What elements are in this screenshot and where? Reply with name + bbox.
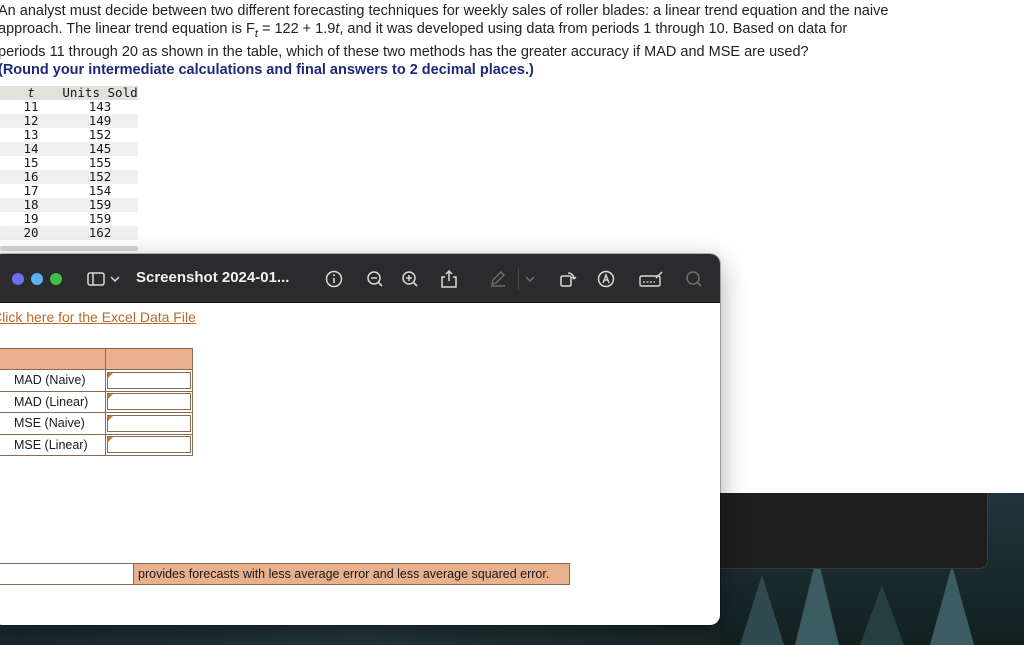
answer-row: MSE (Naive) [0,412,193,435]
answer-cell [105,433,193,456]
answer-header-cell [105,348,193,370]
answer-cell [105,390,193,413]
answer-grid-header [0,348,193,370]
column-header-units-sold: Units Sold [62,85,138,100]
answer-input[interactable] [107,414,191,432]
method-select[interactable] [0,563,134,585]
answer-cell [105,369,193,392]
search-icon[interactable] [684,268,704,290]
window-title: Screenshot 2024-01... [136,269,290,286]
table-row: 14 145 [0,142,138,156]
units-sold-cell: 152 [88,127,112,142]
answer-label: MSE (Naive) [0,412,106,435]
chevron-down-icon[interactable] [524,268,536,290]
units-sold-cell: 145 [62,142,138,156]
answer-header-cell [0,348,106,370]
answer-label: MAD (Linear) [0,390,106,413]
wallpaper-tree [930,565,974,645]
question-part: = 122 + 1.9 [257,21,336,37]
period-cell: 11 [23,99,39,114]
answer-label: MAD (Naive) [0,369,106,392]
period-cell: 16 [0,170,62,184]
excel-data-link[interactable]: Click here for the Excel Data File [0,309,196,325]
units-sold-cell: 143 [88,99,112,114]
table-row: 13 152 [0,128,138,142]
table-row: 15 155 [0,156,138,170]
zoom-in-icon[interactable] [400,268,420,290]
question-text: An analyst must decide between two diffe… [0,2,898,79]
conclusion-row: provides forecasts with less average err… [0,563,570,585]
answer-cell [105,412,193,435]
info-icon[interactable] [324,268,344,290]
units-sold-cell: 149 [62,114,138,128]
units-sold-cell: 159 [62,198,138,212]
close-button[interactable] [12,273,24,285]
table-row: 20 162 [0,226,138,240]
conclusion-text: provides forecasts with less average err… [134,563,570,585]
column-header-t: t [0,86,62,100]
answer-grid: MAD (Naive) MAD (Linear) MSE (Naive) MSE (L… [0,348,193,456]
background-window [700,493,988,569]
table-row: 17 154 [0,184,138,198]
table-header-row: t Units Sold [0,86,138,100]
chevron-down-icon[interactable] [109,268,121,290]
zoom-button[interactable] [50,273,62,285]
wallpaper-tree [740,575,784,645]
period-cell: 20 [0,226,62,240]
period-cell: 15 [23,155,39,170]
zoom-out-icon[interactable] [365,268,385,290]
table-row: 18 159 [0,198,138,212]
sidebar-icon[interactable] [86,268,106,290]
answer-row: MAD (Naive) [0,369,193,392]
table-row: 11 143 [0,100,138,114]
answer-row: MAD (Linear) [0,390,193,413]
signature-icon[interactable] [638,268,664,290]
units-sold-cell: 152 [62,170,138,184]
units-sold-cell: 155 [88,155,112,170]
answer-label: MSE (Linear) [0,433,106,456]
table-row: 16 152 [0,170,138,184]
period-cell: 18 [0,198,62,212]
rotate-icon[interactable] [558,268,578,290]
annotate-icon[interactable] [596,268,616,290]
answer-input[interactable] [107,436,191,454]
period-cell: 12 [0,114,62,128]
units-sold-cell: 162 [62,226,138,240]
table-row: 19 159 [0,212,138,226]
units-sold-cell: 154 [88,183,112,198]
sales-data-table: t Units Sold 11 143 12 149 13 152 14 145 15 155 16… [0,86,138,240]
desktop-wallpaper-strip [0,624,720,645]
table-scrollbar[interactable] [0,246,138,251]
period-cell: 13 [23,127,39,142]
period-cell: 19 [23,211,39,226]
instruction-text: (Round your intermediate calculations an… [0,61,534,78]
markup-pen-icon[interactable] [488,268,508,290]
answer-input[interactable] [107,371,191,389]
wallpaper-tree [860,585,904,645]
toolbar-separator [518,268,519,290]
table-row: 12 149 [0,114,138,128]
period-cell: 17 [23,183,39,198]
share-icon[interactable] [440,268,458,290]
period-cell: 14 [0,142,62,156]
preview-window: Screenshot 2024-01... Click here for the… [0,254,720,625]
answer-input[interactable] [107,393,191,411]
answer-row: MSE (Linear) [0,433,193,456]
window-content: Click here for the Excel Data File MAD (… [0,303,720,625]
minimize-button[interactable] [31,273,43,285]
units-sold-cell: 159 [88,211,112,226]
window-titlebar[interactable]: Screenshot 2024-01... [0,254,720,303]
